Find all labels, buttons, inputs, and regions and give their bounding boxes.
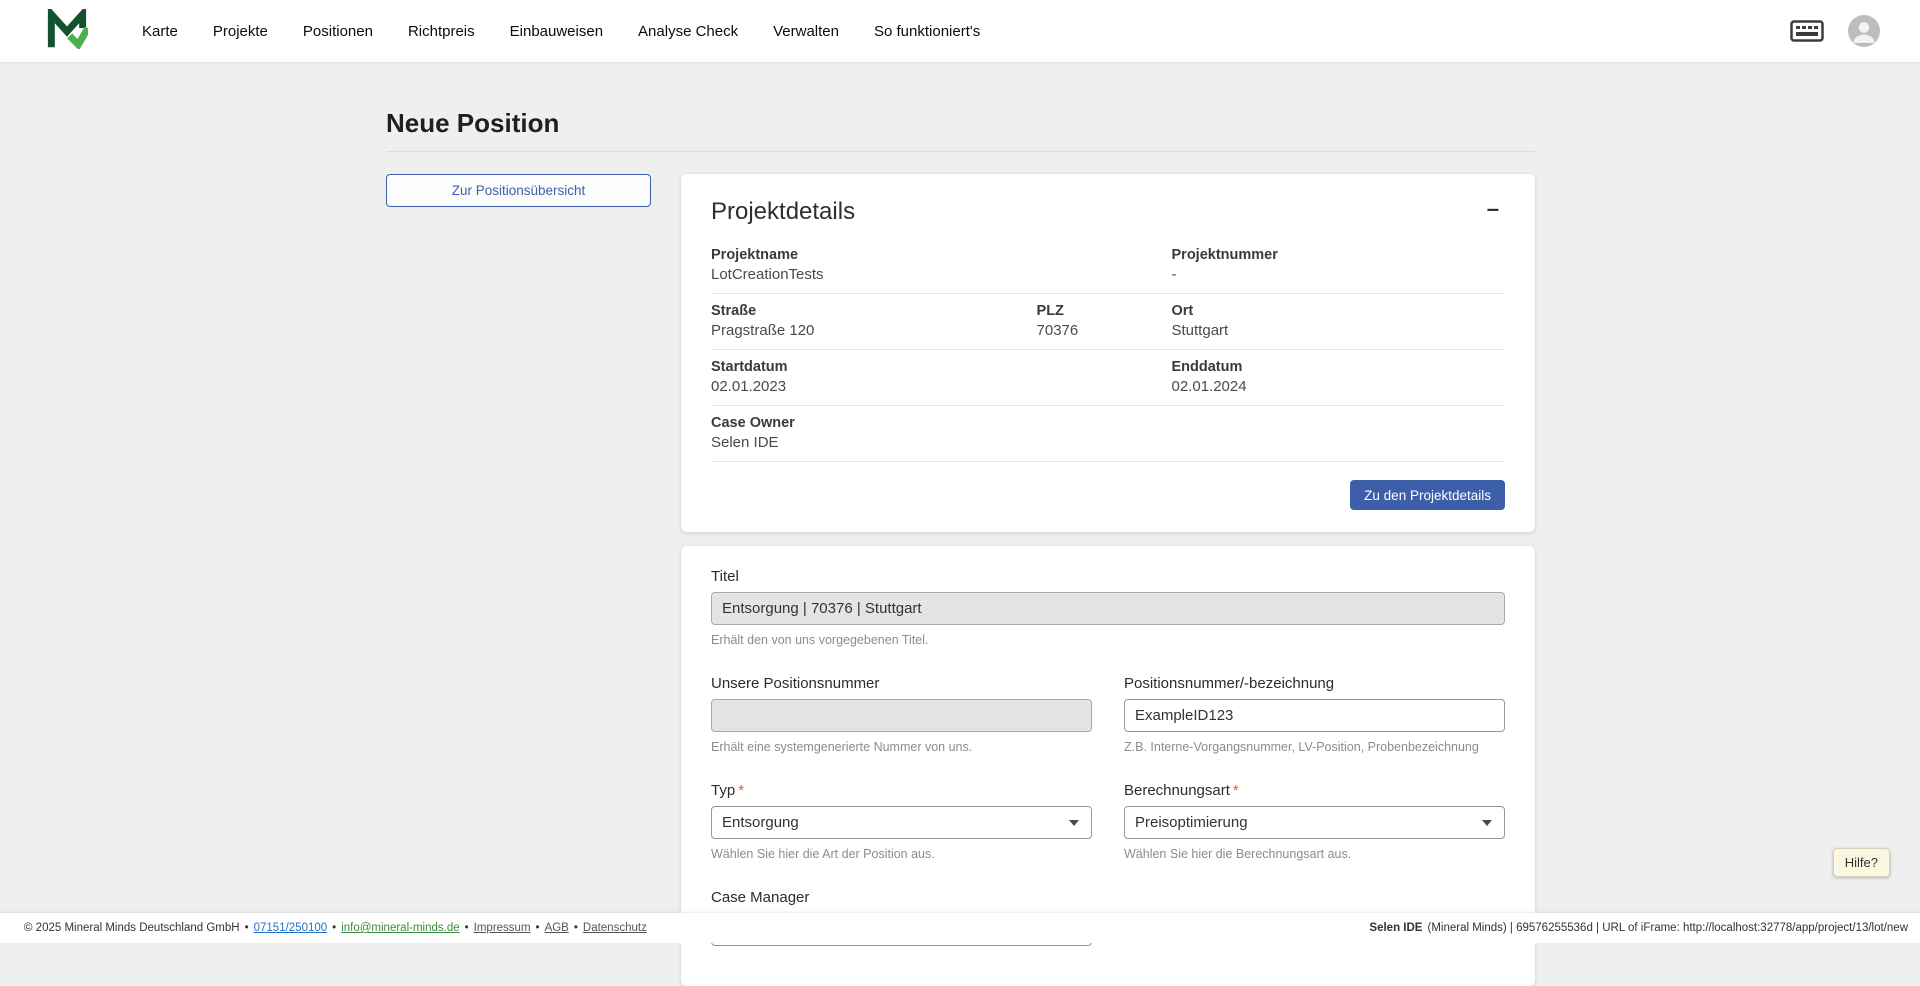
typ-field: Typ* Entsorgung Wählen Sie hier die Art … (711, 782, 1092, 861)
berechnungsart-select[interactable]: Preisoptimierung (1124, 806, 1505, 839)
nav-item-richtpreis[interactable]: Richtpreis (408, 23, 475, 40)
startdatum-label: Startdatum (711, 359, 1172, 375)
email-link[interactable]: info@mineral-minds.de (341, 922, 459, 934)
unsere-positionsnummer-label: Unsere Positionsnummer (711, 675, 1092, 692)
main-content: Neue Position Zur Positionsübersicht Pro… (386, 62, 1535, 986)
positionsnummer-label: Positionsnummer/-bezeichnung (1124, 675, 1505, 692)
right-column: Projektdetails – Projektname LotCreation… (681, 174, 1535, 986)
startdatum-value: 02.01.2023 (711, 378, 1172, 395)
nav-item-so-funktionierts[interactable]: So funktioniert's (874, 23, 980, 40)
berechnungsart-label: Berechnungsart* (1124, 782, 1505, 799)
berechnungsart-select-value: Preisoptimierung (1135, 814, 1248, 831)
case-owner-value: Selen IDE (711, 434, 1505, 451)
enddatum-label: Enddatum (1172, 359, 1505, 375)
field-strasse: Straße Pragstraße 120 (711, 303, 1037, 339)
required-asterisk: * (738, 782, 744, 799)
card-reader-icon[interactable] (1790, 20, 1824, 42)
unsere-positionsnummer-input (711, 699, 1092, 732)
berechnungsart-helper: Wählen Sie hier die Berechnungsart aus. (1124, 847, 1505, 861)
help-button[interactable]: Hilfe? (1833, 848, 1890, 877)
projektname-label: Projektname (711, 247, 1172, 263)
footer: © 2025 Mineral Minds Deutschland GmbH • … (0, 913, 1920, 943)
datenschutz-link[interactable]: Datenschutz (583, 922, 647, 934)
typ-helper: Wählen Sie hier die Art der Position aus… (711, 847, 1092, 861)
page-title: Neue Position (386, 108, 1535, 139)
session-user: Selen IDE (1369, 922, 1422, 934)
typ-select-value: Entsorgung (722, 814, 799, 831)
titel-label: Titel (711, 568, 1505, 585)
strasse-label: Straße (711, 303, 1037, 319)
unsere-positionsnummer-field: Unsere Positionsnummer Erhält eine syste… (711, 675, 1092, 754)
nav-item-analyse-check[interactable]: Analyse Check (638, 23, 738, 40)
nav-item-karte[interactable]: Karte (142, 23, 178, 40)
positionsnummer-input[interactable] (1124, 699, 1505, 732)
topbar-right-icons (1790, 15, 1880, 47)
case-manager-label: Case Manager (711, 889, 1505, 906)
unsere-positionsnummer-helper: Erhält eine systemgenerierte Nummer von … (711, 740, 1092, 754)
nav-item-positionen[interactable]: Positionen (303, 23, 373, 40)
berechnungsart-field: Berechnungsart* Preisoptimierung Wählen … (1124, 782, 1505, 861)
field-enddatum: Enddatum 02.01.2024 (1172, 359, 1505, 395)
typ-select[interactable]: Entsorgung (711, 806, 1092, 839)
separator-dot: • (574, 922, 578, 934)
strasse-value: Pragstraße 120 (711, 322, 1037, 339)
copyright-text: © 2025 Mineral Minds Deutschland GmbH (24, 922, 240, 934)
projektnummer-label: Projektnummer (1172, 247, 1505, 263)
separator-dot: • (245, 922, 249, 934)
impressum-link[interactable]: Impressum (474, 922, 531, 934)
chevron-down-icon (1482, 820, 1492, 826)
session-details: (Mineral Minds) | 69576255536d | URL of … (1427, 922, 1908, 934)
separator-dot: • (332, 922, 336, 934)
field-ort: Ort Stuttgart (1172, 303, 1505, 339)
user-avatar-icon[interactable] (1848, 15, 1880, 47)
positionsnummer-field: Positionsnummer/-bezeichnung Z.B. Intern… (1124, 675, 1505, 754)
field-projektnummer: Projektnummer - (1172, 247, 1505, 283)
separator-dot: • (465, 922, 469, 934)
footer-session-info: Selen IDE (Mineral Minds) | 69576255536d… (1369, 922, 1908, 934)
collapse-button[interactable]: – (1481, 198, 1505, 220)
field-case-owner: Case Owner Selen IDE (711, 415, 1505, 451)
agb-link[interactable]: AGB (545, 922, 569, 934)
title-divider (386, 151, 1535, 152)
typ-label: Typ* (711, 782, 1092, 799)
go-to-project-details-button[interactable]: Zu den Projektdetails (1350, 480, 1505, 510)
field-plz: PLZ 70376 (1037, 303, 1172, 339)
enddatum-value: 02.01.2024 (1172, 378, 1505, 395)
titel-input (711, 592, 1505, 625)
nav-item-verwalten[interactable]: Verwalten (773, 23, 839, 40)
required-asterisk: * (1233, 782, 1239, 799)
projektname-value: LotCreationTests (711, 266, 1172, 283)
projektnummer-value: - (1172, 266, 1505, 283)
field-projektname: Projektname LotCreationTests (711, 247, 1172, 283)
titel-helper: Erhält den von uns vorgegebenen Titel. (711, 633, 1505, 647)
project-details-title: Projektdetails (711, 198, 855, 226)
plz-label: PLZ (1037, 303, 1172, 319)
positionsnummer-helper: Z.B. Interne-Vorgangsnummer, LV-Position… (1124, 740, 1505, 754)
field-startdatum: Startdatum 02.01.2023 (711, 359, 1172, 395)
position-overview-button[interactable]: Zur Positionsübersicht (386, 174, 651, 207)
left-column: Zur Positionsübersicht (386, 174, 651, 207)
nav-item-einbauweisen[interactable]: Einbauweisen (510, 23, 603, 40)
plz-value: 70376 (1037, 322, 1172, 339)
footer-left: © 2025 Mineral Minds Deutschland GmbH • … (24, 922, 647, 934)
brand-logo[interactable] (46, 9, 88, 54)
case-owner-label: Case Owner (711, 415, 1505, 431)
phone-link[interactable]: 07151/250100 (254, 922, 328, 934)
nav-item-projekte[interactable]: Projekte (213, 23, 268, 40)
top-navigation-bar: Karte Projekte Positionen Richtpreis Ein… (0, 0, 1920, 62)
ort-label: Ort (1172, 303, 1505, 319)
ort-value: Stuttgart (1172, 322, 1505, 339)
chevron-down-icon (1069, 820, 1079, 826)
mineral-minds-logo-icon (46, 9, 88, 54)
main-nav: Karte Projekte Positionen Richtpreis Ein… (142, 23, 980, 40)
separator-dot: • (536, 922, 540, 934)
project-details-card: Projektdetails – Projektname LotCreation… (681, 174, 1535, 532)
project-details-table: Projektname LotCreationTests Projektnumm… (711, 238, 1505, 462)
